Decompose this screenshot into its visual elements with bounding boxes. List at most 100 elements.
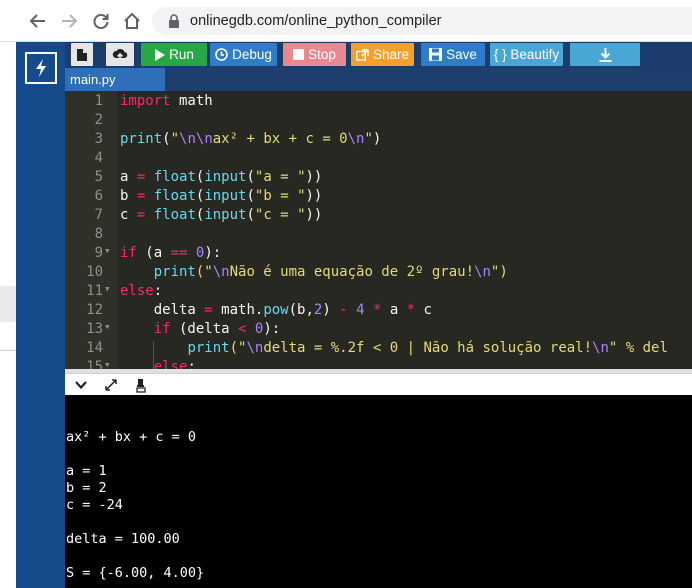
string-literal: ") (490, 264, 508, 280)
keyword: if (153, 321, 171, 337)
line-number: 15 (86, 359, 103, 369)
line-number: 1 (94, 93, 103, 109)
share-button-label: Share (372, 47, 410, 62)
code-line: 10 print("\nNão é uma equação de 2º grau… (65, 262, 692, 281)
line-number: 3 (94, 131, 103, 147)
code-line: 3 print("\n\nax² + bx + c = 0\n") (65, 129, 692, 148)
operator: * (406, 302, 416, 318)
beautify-button[interactable]: { } Beautify (490, 43, 563, 66)
output-toolbar (65, 373, 692, 395)
code-line: 9 ▾ if (a == 0): (65, 243, 692, 262)
operator: = (128, 188, 154, 204)
lock-icon (168, 14, 180, 33)
home-icon[interactable] (120, 9, 144, 33)
operator: - (339, 302, 348, 318)
line-number: 2 (94, 112, 103, 128)
code-line: 4 (65, 148, 692, 167)
line-number: 13 (86, 321, 103, 337)
code-text: (a (136, 245, 171, 261)
code-text: math. (212, 302, 264, 318)
escape-sequence: \n (246, 340, 264, 356)
code-text: delta (153, 302, 205, 318)
upload-button[interactable] (106, 43, 134, 66)
run-button[interactable]: Run (141, 43, 207, 66)
debug-button[interactable]: Debug (210, 43, 277, 66)
play-icon (155, 48, 166, 61)
string-literal: " (170, 131, 180, 147)
escape-sequence: \n (592, 340, 609, 356)
download-icon (599, 47, 611, 62)
code-text: (delta (170, 321, 239, 337)
share-button[interactable]: Share (351, 43, 414, 66)
code-editor[interactable]: 1 import math 2 3 print("\n\nax² + bx + … (65, 91, 692, 369)
string-literal: delta = %.2f < 0 | Não há solução real! (263, 340, 593, 356)
code-text: ( (246, 207, 255, 223)
operator: = (128, 207, 154, 223)
code-line: 11 ▾ else: (65, 281, 692, 300)
save-button[interactable]: Save (421, 43, 485, 66)
ide-sidebar (16, 42, 65, 588)
code-line: 13 ▾ if (delta < 0): (65, 319, 692, 338)
fold-arrow-icon[interactable]: ▾ (104, 244, 111, 257)
number-literal: 4 (356, 302, 365, 318)
code-text: : (153, 283, 163, 299)
code-line: 2 (65, 110, 692, 129)
function-name: print (187, 340, 230, 356)
run-button-label: Run (169, 47, 194, 62)
string-literal: ax² + bx + c = 0 (212, 131, 348, 147)
beautify-button-label: { } Beautify (493, 47, 560, 62)
keyword: else (153, 359, 188, 369)
function-name: input (204, 188, 247, 204)
stop-button[interactable]: Stop (283, 43, 346, 66)
code-text: )) (305, 207, 323, 223)
line-number: 4 (94, 150, 103, 166)
code-line: 5 a = float(input("a = ")) (65, 167, 692, 186)
line-number: 9 (94, 245, 103, 261)
keyword: else (120, 283, 154, 299)
function-name: print (120, 131, 163, 147)
onlinegdb-logo-icon[interactable] (25, 52, 57, 84)
code-line: 1 import math (65, 91, 692, 110)
eraser-icon[interactable] (133, 377, 149, 393)
url-text: onlinegdb.com/online_python_compiler (190, 13, 442, 29)
console-output[interactable]: ax² + bx + c = 0 a = 1 b = 2 c = -24 del… (65, 395, 692, 588)
fold-arrow-icon[interactable]: ▾ (104, 320, 111, 333)
code-line: 15 ▾ else: (65, 357, 692, 369)
code-text: ) (372, 131, 382, 147)
resize-arrows-icon[interactable] (103, 377, 119, 393)
download-button[interactable] (570, 43, 640, 66)
stop-icon (293, 49, 305, 60)
line-number: 7 (94, 207, 103, 223)
code-text: ): (204, 245, 222, 261)
operator: = (204, 302, 213, 318)
code-line: 12 delta = math.pow(b,2) - 4 * a * c (65, 300, 692, 319)
code-line: 8 (65, 224, 692, 243)
chevron-down-icon[interactable] (73, 377, 89, 393)
function-name: pow (263, 302, 289, 318)
code-line: 7 c = float(input("c = ")) (65, 205, 692, 224)
page-background-band (0, 286, 16, 322)
back-arrow-icon[interactable] (26, 9, 50, 33)
indent-guide (153, 341, 154, 369)
line-number: 6 (94, 188, 103, 204)
floppy-disk-icon (429, 48, 443, 61)
share-icon (356, 48, 369, 61)
file-tab-bar: main.py (65, 68, 692, 91)
code-text: math (170, 93, 213, 109)
save-button-label: Save (446, 47, 477, 62)
escape-sequence: \n (347, 131, 365, 147)
function-name: input (204, 207, 247, 223)
escape-sequence: \n (474, 264, 491, 280)
tab-main-py[interactable]: main.py (65, 68, 165, 91)
address-bar[interactable]: onlinegdb.com/online_python_compiler (152, 7, 692, 35)
fold-arrow-icon[interactable]: ▾ (104, 282, 111, 295)
line-number: 5 (94, 169, 103, 185)
fold-arrow-icon[interactable]: ▾ (104, 358, 111, 369)
string-literal: (" (195, 264, 213, 280)
forward-arrow-icon[interactable] (57, 9, 81, 33)
operator: = (128, 169, 154, 185)
code-text: ( (246, 169, 255, 185)
new-file-button[interactable] (71, 43, 93, 66)
reload-icon[interactable] (89, 9, 113, 33)
code-text: ( (246, 188, 255, 204)
